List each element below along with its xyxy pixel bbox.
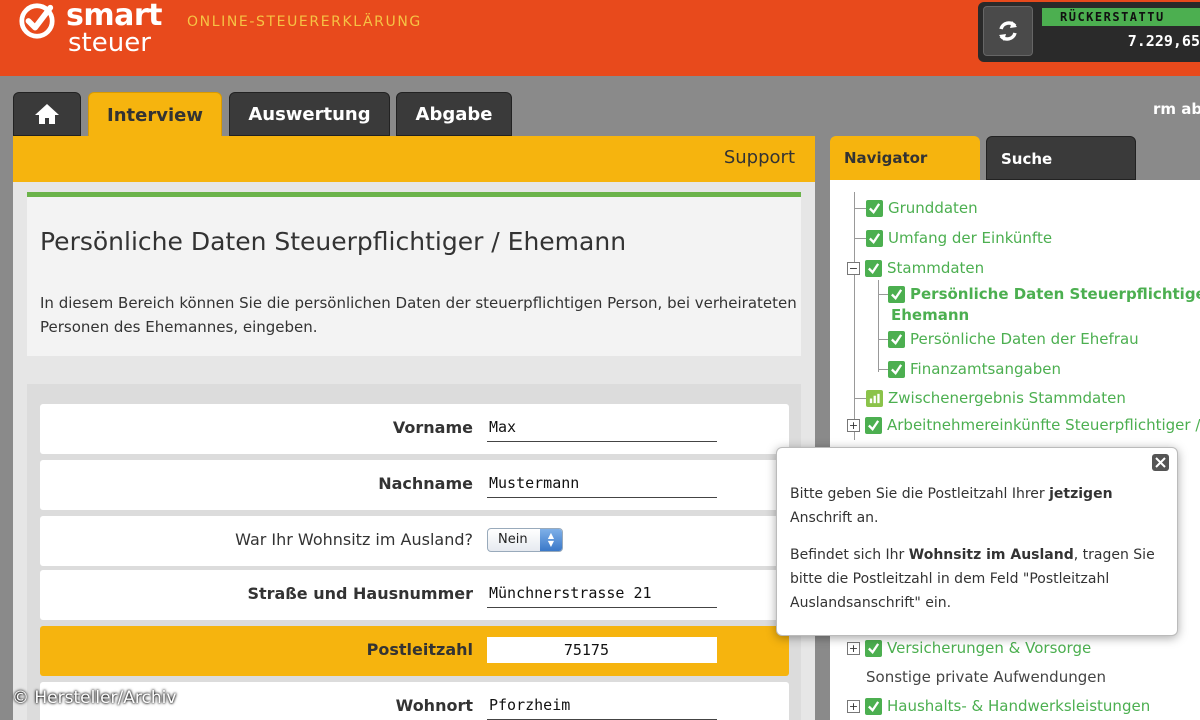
- tab-auswertung[interactable]: Auswertung: [229, 92, 390, 136]
- nachname-input[interactable]: Mustermann: [487, 474, 717, 498]
- strasse-input[interactable]: Münchnerstrasse 21: [487, 584, 717, 608]
- close-button[interactable]: [1152, 454, 1169, 471]
- check-icon: [866, 229, 883, 247]
- nav-item-grunddaten[interactable]: Grunddaten: [854, 199, 978, 217]
- check-icon: [865, 259, 882, 277]
- home-icon: [35, 104, 59, 124]
- form-row-postleitzahl: Postleitzahl 75175: [40, 626, 789, 676]
- nav-item-haushalt[interactable]: + Haushalts- & Handwerksleistungen: [847, 697, 1150, 715]
- check-icon: [866, 199, 883, 217]
- check-icon: [888, 285, 905, 303]
- nav-item-ehemann[interactable]: Ehemann: [891, 306, 969, 324]
- check-icon: [888, 360, 905, 378]
- tooltip-paragraph-2: Befindet sich Ihr Wohnsitz im Ausland, t…: [790, 547, 1155, 611]
- postleitzahl-input[interactable]: 75175: [487, 637, 717, 663]
- tagline: ONLINE-STEUERERKLÄRUNG: [187, 14, 422, 30]
- field-label: Vorname: [392, 418, 473, 437]
- field-label: Postleitzahl: [366, 640, 473, 659]
- refund-value: 7.229,65: [1127, 32, 1200, 50]
- user-info: rm ab: [1153, 100, 1200, 118]
- content-body: Persönliche Daten Steuerpflichtiger / Eh…: [13, 182, 815, 720]
- support-link[interactable]: Support: [724, 147, 795, 168]
- close-icon: [1155, 457, 1166, 468]
- logo-check-icon: [19, 3, 55, 39]
- check-icon: [865, 697, 882, 715]
- nav-item-zwischenergebnis[interactable]: Zwischenergebnis Stammdaten: [854, 389, 1126, 407]
- nav-item-sonstige[interactable]: Sonstige private Aufwendungen: [866, 668, 1106, 686]
- page-description: In diesem Bereich können Sie die persönl…: [40, 294, 797, 336]
- form-row-strasse: Straße und Hausnummer Münchnerstrasse 21: [40, 570, 789, 620]
- form-area: Vorname Max Nachname Mustermann War Ihr …: [27, 384, 801, 720]
- chart-icon: [866, 389, 883, 407]
- nav-item-finanzamt[interactable]: Finanzamtsangaben: [878, 360, 1061, 378]
- check-icon: [865, 639, 882, 657]
- tab-abgabe[interactable]: Abgabe: [396, 92, 512, 136]
- field-label: Wohnort: [395, 696, 473, 715]
- form-row-vorname: Vorname Max: [40, 404, 789, 454]
- vorname-input[interactable]: Max: [487, 418, 717, 442]
- copyright-notice: © Hersteller/Archiv: [12, 688, 177, 708]
- tab-interview[interactable]: Interview: [88, 92, 222, 138]
- content-toolbar: Support: [13, 136, 815, 182]
- expand-icon[interactable]: +: [847, 699, 860, 713]
- field-label: Straße und Hausnummer: [247, 584, 473, 603]
- form-row-ausland: War Ihr Wohnsitz im Ausland? Nein ▲ ▼: [40, 516, 789, 566]
- nav-item-persoenliche-daten[interactable]: Persönliche Daten Steuerpflichtiger /: [878, 285, 1200, 303]
- wohnort-input[interactable]: Pforzheim: [487, 696, 717, 720]
- expand-icon[interactable]: +: [847, 418, 860, 432]
- nav-item-arbeitnehmer[interactable]: + Arbeitnehmereinkünfte Steuerpflichtige…: [847, 416, 1200, 434]
- nav-item-ehefrau[interactable]: Persönliche Daten der Ehefrau: [878, 330, 1139, 348]
- select-arrows-icon: ▲ ▼: [540, 529, 562, 551]
- help-tooltip: Bitte geben Sie die Postleitzahl Ihrer j…: [776, 447, 1178, 636]
- tab-suche[interactable]: Suche: [986, 136, 1136, 180]
- field-label: War Ihr Wohnsitz im Ausland?: [235, 530, 473, 549]
- intro-card: Persönliche Daten Steuerpflichtiger / Eh…: [27, 192, 801, 356]
- expand-icon[interactable]: +: [847, 641, 860, 655]
- brand-steuer: steuer: [68, 28, 151, 58]
- select-value: Nein: [498, 532, 528, 547]
- collapse-icon[interactable]: −: [847, 261, 860, 275]
- tab-home[interactable]: [13, 92, 81, 136]
- field-label: Nachname: [378, 474, 473, 493]
- refresh-button[interactable]: [983, 6, 1033, 56]
- page-title: Persönliche Daten Steuerpflichtiger / Eh…: [40, 227, 627, 256]
- nav-item-versicherungen[interactable]: + Versicherungen & Vorsorge: [847, 639, 1091, 657]
- nav-item-einkuenfte[interactable]: Umfang der Einkünfte: [854, 229, 1052, 247]
- refund-label: RÜCKERSTATTU: [1042, 8, 1200, 26]
- tooltip-paragraph-1: Bitte geben Sie die Postleitzahl Ihrer j…: [790, 486, 1113, 526]
- tab-navigator[interactable]: Navigator: [830, 136, 980, 182]
- form-row-nachname: Nachname Mustermann: [40, 460, 789, 510]
- check-icon: [888, 330, 905, 348]
- ausland-select[interactable]: Nein ▲ ▼: [487, 528, 563, 552]
- refresh-icon: [999, 21, 1017, 41]
- check-icon: [865, 416, 882, 434]
- nav-item-stammdaten[interactable]: − Stammdaten: [847, 259, 984, 277]
